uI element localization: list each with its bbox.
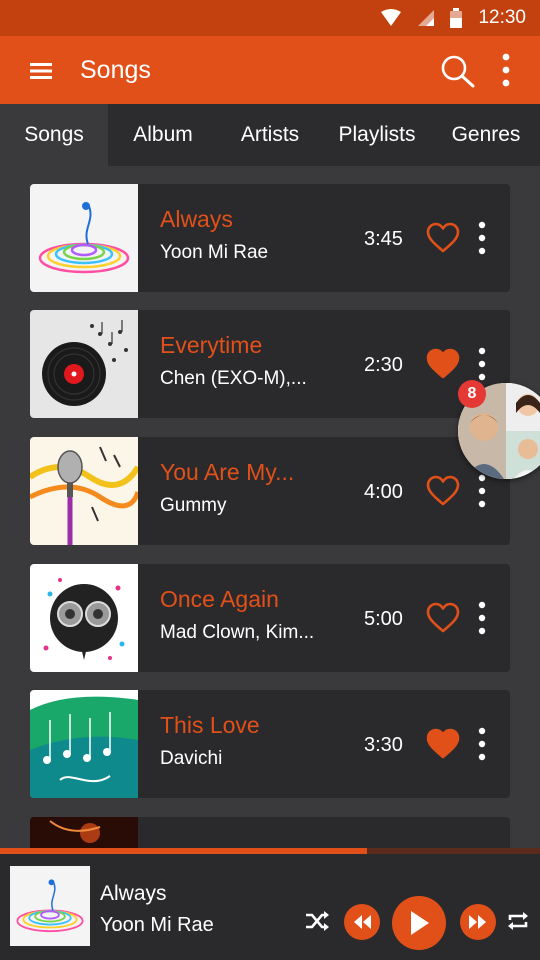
tab-playlists[interactable]: Playlists [322, 104, 432, 166]
song-title: Everytime [160, 332, 263, 358]
song-artist: Gummy [160, 495, 227, 516]
more-options-icon[interactable] [472, 473, 492, 509]
song-title: Once Again [160, 586, 279, 612]
album-art [30, 310, 138, 418]
rewind-button[interactable] [344, 904, 380, 940]
fast-forward-button[interactable] [460, 904, 496, 940]
heart-filled-icon[interactable] [426, 348, 460, 380]
wifi-icon [381, 9, 402, 26]
list-item[interactable]: Always Yoon Mi Rae 3:45 [30, 184, 510, 292]
song-duration: 5:00 [364, 608, 403, 630]
heart-outline-icon[interactable] [426, 475, 460, 507]
list-item[interactable]: This Love Davichi 3:30 [30, 690, 510, 798]
status-bar: 12:30 [0, 0, 540, 36]
app-bar: Songs [0, 36, 540, 104]
album-art [30, 564, 138, 672]
song-title: You Are My... [160, 459, 295, 485]
album-art [30, 817, 138, 848]
more-options-icon[interactable] [472, 600, 492, 636]
album-art [30, 184, 138, 292]
song-artist: Davichi [160, 748, 223, 769]
heart-outline-icon[interactable] [426, 602, 460, 634]
song-duration: 4:00 [364, 481, 403, 503]
now-playing-bar: Always Yoon Mi Rae [0, 854, 540, 960]
music-app: 12:30 Songs Songs Album Artists Playlist… [0, 0, 540, 960]
tab-artists[interactable]: Artists [218, 104, 322, 166]
search-icon[interactable] [440, 54, 476, 88]
hamburger-menu-icon[interactable] [22, 56, 60, 86]
rewind-icon [354, 915, 371, 929]
tab-album[interactable]: Album [108, 104, 218, 166]
album-art [30, 690, 138, 798]
list-item[interactable]: Once Again Mad Clown, Kim... 5:00 [30, 564, 510, 672]
more-options-icon[interactable] [472, 726, 492, 762]
now-playing-album-art[interactable] [10, 866, 90, 946]
status-icons: 12:30 [380, 0, 526, 36]
song-artist: Mad Clown, Kim... [160, 622, 315, 643]
song-duration: 3:45 [364, 228, 403, 250]
now-playing-artist: Yoon Mi Rae [100, 914, 214, 936]
song-artist: Chen (EXO-M),... [160, 368, 307, 389]
list-item[interactable]: Everytime Chen (EXO-M),... 2:30 [30, 310, 510, 418]
list-item[interactable]: You Are My... Gummy 4:00 [30, 437, 510, 545]
song-title: This Love [160, 712, 260, 738]
tab-bar: Songs Album Artists Playlists Genres [0, 104, 540, 166]
now-playing-title: Always [100, 882, 167, 905]
song-duration: 2:30 [364, 354, 403, 376]
heart-outline-icon[interactable] [426, 222, 460, 254]
song-title: Always [160, 206, 233, 232]
overflow-menu-icon[interactable] [494, 52, 518, 88]
fast-forward-icon [469, 915, 486, 929]
more-options-icon[interactable] [472, 220, 492, 256]
notification-badge: 8 [458, 380, 486, 408]
repeat-icon[interactable] [506, 910, 530, 932]
song-list: Always Yoon Mi Rae 3:45 Everytime Chen (… [0, 166, 540, 848]
more-options-icon[interactable] [472, 346, 492, 382]
play-icon [411, 911, 429, 935]
page-title: Songs [80, 56, 151, 84]
list-item[interactable] [30, 817, 510, 848]
heart-filled-icon[interactable] [426, 728, 460, 760]
shuffle-icon[interactable] [304, 910, 330, 932]
play-button[interactable] [392, 896, 446, 950]
cellular-signal-icon [418, 10, 435, 26]
tab-genres[interactable]: Genres [432, 104, 540, 166]
song-artist: Yoon Mi Rae [160, 242, 269, 263]
status-time: 12:30 [478, 7, 526, 28]
battery-icon [450, 8, 463, 28]
album-art [30, 437, 138, 545]
tab-songs[interactable]: Songs [0, 104, 108, 166]
song-duration: 3:30 [364, 734, 403, 756]
